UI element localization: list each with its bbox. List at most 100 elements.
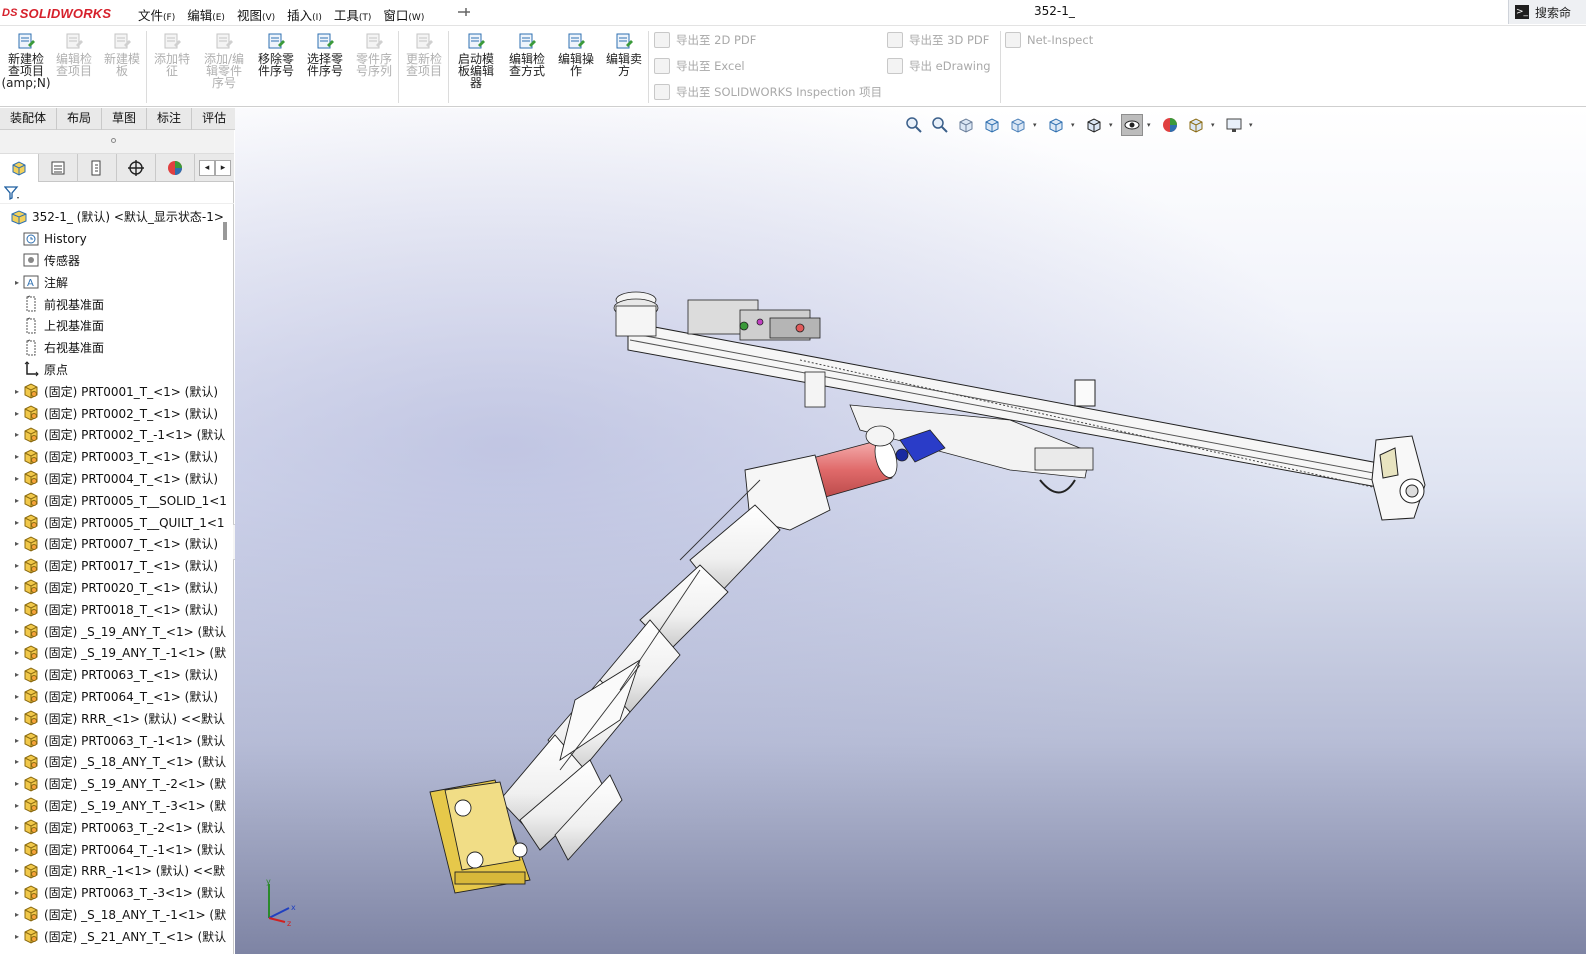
expand-arrow-icon[interactable]: ▸ (12, 888, 22, 897)
tree-item[interactable]: ▸ (固定) _S_21_ANY_T_<1> (默认 (0, 925, 232, 947)
menu-item-3[interactable]: 插入(I) (281, 3, 328, 26)
edit-operations-button[interactable]: 编辑操 作 (554, 31, 598, 77)
add-edit-balloon-button[interactable]: 添加/编 辑零件 序号 (202, 31, 246, 89)
expand-arrow-icon[interactable]: ▸ (12, 409, 22, 418)
tree-item[interactable]: ▸ A 注解 (0, 271, 232, 293)
tree-item[interactable]: ▸ (固定) PRT0064_T_<1> (默认) (0, 686, 232, 708)
expand-arrow-icon[interactable]: ▸ (12, 932, 22, 941)
tab-1[interactable]: 布局 (57, 108, 103, 130)
expand-arrow-icon[interactable]: ▸ (12, 605, 22, 614)
expand-arrow-icon[interactable]: ▸ (12, 583, 22, 592)
assembly-model[interactable] (235, 108, 1586, 954)
tree-item[interactable]: ▸ (固定) PRT0020_T_<1> (默认) (0, 577, 232, 599)
tree-item[interactable]: ▸ (固定) RRR_-1<1> (默认) <<默 (0, 860, 232, 882)
configuration-manager-tab[interactable] (78, 154, 117, 182)
export-col1-item-1[interactable]: 导出至 Excel (654, 58, 745, 74)
tab-2[interactable]: 草图 (102, 108, 148, 130)
menu-item-0[interactable]: 文件(F) (132, 3, 181, 26)
new-template-button[interactable]: 新建模 板 (100, 31, 144, 77)
scroll-right-icon[interactable]: ▸ (215, 160, 231, 176)
search-commands[interactable]: >_ 搜索命 (1508, 0, 1586, 24)
menu-item-1[interactable]: 编辑(E) (181, 3, 231, 26)
featuremanager-tree-tab[interactable] (0, 154, 39, 182)
expand-arrow-icon[interactable]: ▸ (12, 648, 22, 657)
tree-item[interactable]: History (0, 228, 232, 250)
balloon-sequence-button[interactable]: 零件序 号序列 (352, 31, 396, 77)
menu-item-2[interactable]: 视图(V) (231, 3, 281, 26)
expand-arrow-icon[interactable]: ▸ (12, 496, 22, 505)
update-inspection-project-button[interactable]: 更新检 查项目 (402, 31, 446, 77)
expand-arrow-icon[interactable]: ▸ (12, 910, 22, 919)
tree-item[interactable]: ▸ (固定) _S_18_ANY_T_-1<1> (默 (0, 904, 232, 926)
expand-arrow-icon[interactable]: ▸ (12, 670, 22, 679)
tree-item[interactable]: ▸ (固定) PRT0004_T_<1> (默认) (0, 468, 232, 490)
tree-item[interactable]: ▸ (固定) PRT0003_T_<1> (默认) (0, 446, 232, 468)
tree-item[interactable]: ▸ (固定) _S_19_ANY_T_-1<1> (默 (0, 642, 232, 664)
expand-arrow-icon[interactable]: ▸ (12, 627, 22, 636)
filter-icon[interactable] (4, 185, 20, 201)
tab-0[interactable]: 装配体 (0, 108, 58, 130)
tree-item[interactable]: ▸ (固定) PRT0064_T_-1<1> (默认 (0, 838, 232, 860)
expand-arrow-icon[interactable]: ▸ (12, 845, 22, 854)
tree-item[interactable]: 右视基准面 (0, 337, 232, 359)
tree-item[interactable]: ▸ (固定) PRT0002_T_<1> (默认) (0, 402, 232, 424)
tree-item[interactable]: ▸ (固定) PRT0018_T_<1> (默认) (0, 598, 232, 620)
tree-item[interactable]: ▸ (固定) PRT0063_T_-1<1> (默认 (0, 729, 232, 751)
menu-item-4[interactable]: 工具(T) (328, 3, 378, 26)
expand-arrow-icon[interactable]: ▸ (12, 714, 22, 723)
edit-inspection-project-button[interactable]: 编辑检 查项目 (52, 31, 96, 77)
expand-arrow-icon[interactable]: ▸ (12, 452, 22, 461)
expand-arrow-icon[interactable]: ▸ (12, 518, 22, 527)
expand-arrow-icon[interactable]: ▸ (12, 757, 22, 766)
tree-item[interactable]: 传感器 (0, 250, 232, 272)
net-inspect-button[interactable]: Net-Inspect (1005, 32, 1093, 48)
scroll-left-icon[interactable]: ◂ (199, 160, 215, 176)
tab-4[interactable]: 评估 (192, 108, 238, 130)
select-balloon-button[interactable]: 选择零 件序号 (303, 31, 347, 77)
tree-item[interactable]: ▸ (固定) PRT0063_T_-2<1> (默认 (0, 816, 232, 838)
tree-item[interactable]: 352-1_ (默认) <默认_显示状态-1> (0, 206, 232, 228)
new-inspection-project-button[interactable]: 新建检 查项目 (amp;N) (1, 31, 51, 89)
graphics-viewport[interactable]: ▾ ▾ ▾ ▾ ▾ ▾ y x z (235, 108, 1586, 954)
tree-item[interactable]: ▸ (固定) PRT0005_T__SOLID_1<1 (0, 489, 232, 511)
property-manager-tab[interactable] (39, 154, 78, 182)
tree-item[interactable]: ▸ (固定) _S_19_ANY_T_<1> (默认 (0, 620, 232, 642)
export-col2-item-1[interactable]: 导出 eDrawing (887, 58, 991, 74)
expand-arrow-icon[interactable]: ▸ (12, 387, 22, 396)
remove-balloon-button[interactable]: 移除零 件序号 (254, 31, 298, 77)
tree-item[interactable]: 原点 (0, 359, 232, 381)
expand-arrow-icon[interactable]: ▸ (12, 561, 22, 570)
launch-template-editor-button[interactable]: 启动模 板编辑 器 (454, 31, 498, 89)
panel-splitter[interactable] (0, 130, 234, 154)
dimxpert-manager-tab[interactable] (117, 154, 156, 182)
expand-arrow-icon[interactable]: ▸ (12, 692, 22, 701)
export-col1-item-0[interactable]: 导出至 2D PDF (654, 32, 756, 48)
display-manager-tab[interactable] (156, 154, 195, 182)
expand-arrow-icon[interactable]: ▸ (12, 823, 22, 832)
tree-item[interactable]: 前视基准面 (0, 293, 232, 315)
expand-arrow-icon[interactable]: ▸ (12, 539, 22, 548)
tree-item[interactable]: ▸ (固定) PRT0063_T_-3<1> (默认 (0, 882, 232, 904)
export-col2-item-0[interactable]: 导出至 3D PDF (887, 32, 989, 48)
tree-item[interactable]: ▸ (固定) RRR_<1> (默认) <<默认 (0, 707, 232, 729)
expand-arrow-icon[interactable]: ▸ (12, 801, 22, 810)
expand-arrow-icon[interactable]: ▸ (12, 430, 22, 439)
tree-item[interactable]: ▸ (固定) PRT0007_T_<1> (默认) (0, 533, 232, 555)
pin-icon[interactable] (456, 4, 472, 20)
expand-arrow-icon[interactable]: ▸ (12, 866, 22, 875)
tree-item[interactable]: ▸ (固定) _S_19_ANY_T_-2<1> (默 (0, 773, 232, 795)
expand-arrow-icon[interactable]: ▸ (12, 779, 22, 788)
edit-inspection-method-button[interactable]: 编辑检 查方式 (505, 31, 549, 77)
edit-vendor-button[interactable]: 编辑卖 方 (602, 31, 646, 77)
tree-item[interactable]: ▸ (固定) PRT0017_T_<1> (默认) (0, 555, 232, 577)
menu-item-5[interactable]: 窗口(W) (377, 3, 430, 26)
expand-arrow-icon[interactable]: ▸ (12, 278, 22, 287)
solidworks-logo[interactable]: DS SOLIDWORKS (2, 3, 111, 23)
tree-item[interactable]: 上视基准面 (0, 315, 232, 337)
tree-item[interactable]: ▸ (固定) _S_19_ANY_T_-3<1> (默 (0, 795, 232, 817)
tree-scrollbar-thumb[interactable] (223, 222, 227, 240)
tree-item[interactable]: ▸ (固定) _S_18_ANY_T_<1> (默认 (0, 751, 232, 773)
export-col1-item-2[interactable]: 导出至 SOLIDWORKS Inspection 项目 (654, 84, 882, 100)
tree-item[interactable]: ▸ (固定) PRT0001_T_<1> (默认) (0, 380, 232, 402)
tree-item[interactable]: ▸ (固定) PRT0063_T_<1> (默认) (0, 664, 232, 686)
